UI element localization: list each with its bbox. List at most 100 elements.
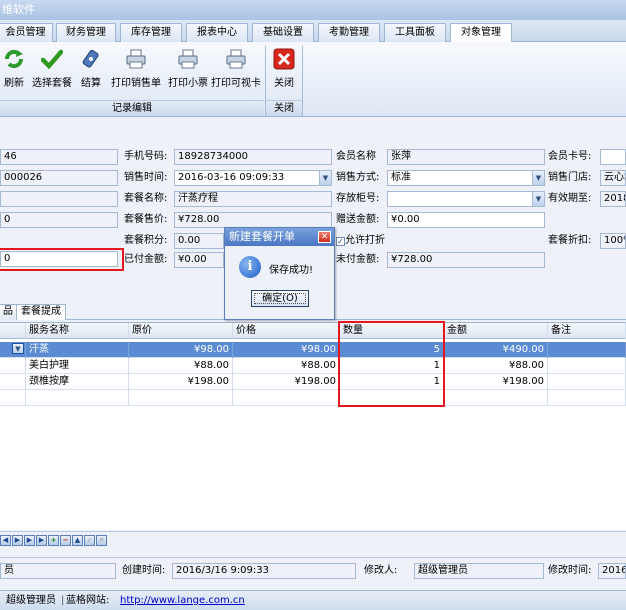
highlight-frame-quantity xyxy=(338,321,445,407)
settle-button[interactable]: 结算 xyxy=(78,48,104,89)
member-name-field[interactable]: 张萍 xyxy=(387,149,545,165)
cell-service-name[interactable]: 颈椎按摩 xyxy=(26,374,129,390)
cell-original-price[interactable]: ¥98.00 xyxy=(129,342,233,358)
website-link[interactable]: http://www.lange.com.cn xyxy=(120,591,245,610)
printer-icon xyxy=(226,49,246,69)
refresh-button[interactable]: 刷新 xyxy=(2,48,26,89)
sale-store-field[interactable]: 云心坊 xyxy=(600,170,626,186)
sale-time-picker[interactable]: 2016-03-16 09:09:33 ▼ xyxy=(174,170,332,186)
status-site-label: 蓝格网站: xyxy=(66,595,110,606)
grid-header-service-name[interactable]: 服务名称 xyxy=(26,323,129,339)
tab-inventory[interactable]: 库存管理 xyxy=(120,23,182,42)
chevron-down-icon[interactable]: ▼ xyxy=(532,171,544,185)
print-receipt-button[interactable]: 打印小票 xyxy=(166,48,210,89)
modified-time-field[interactable]: 2016 xyxy=(598,563,626,579)
chevron-down-icon[interactable]: ▼ xyxy=(319,171,331,185)
cell-empty[interactable] xyxy=(26,390,129,406)
cell-amount[interactable]: ¥490.00 xyxy=(444,342,548,358)
nav-add-icon[interactable]: + xyxy=(48,535,59,546)
print-visual-card-button[interactable]: 打印可视卡 xyxy=(211,48,261,89)
close-button[interactable]: 关闭 xyxy=(270,48,298,89)
sale-method-select[interactable]: 标准 ▼ xyxy=(387,170,545,186)
table-row[interactable]: 颈椎按摩 ¥198.00 ¥198.00 1 ¥198.00 xyxy=(0,374,626,390)
created-time-label: 创建时间: xyxy=(122,565,166,576)
paid-amount-field[interactable]: ¥0.00 xyxy=(174,252,224,268)
select-package-button[interactable]: 选择套餐 xyxy=(30,48,74,89)
package-name-field[interactable]: 汗蒸疗程 xyxy=(174,191,332,207)
grid-header-price[interactable]: 价格 xyxy=(233,323,340,339)
sale-method-label: 销售方式: xyxy=(336,172,380,183)
gift-amount-field[interactable]: ¥0.00 xyxy=(387,212,545,228)
order-id-field[interactable]: 46 xyxy=(0,149,118,165)
nav-cancel-icon[interactable]: ✕ xyxy=(96,535,107,546)
nav-edit-icon[interactable]: ▲ xyxy=(72,535,83,546)
paid-amount-label: 已付金额: xyxy=(124,254,168,265)
checkmark-icon xyxy=(41,49,63,70)
cell-empty[interactable] xyxy=(548,390,626,406)
nav-next-page-icon[interactable]: ▶ xyxy=(24,535,35,546)
member-card-field[interactable] xyxy=(600,149,626,165)
order-number-field[interactable]: 000026 xyxy=(0,170,118,186)
tab-finance[interactable]: 财务管理 xyxy=(56,23,116,42)
nav-prev-icon[interactable]: ◀ xyxy=(0,535,11,546)
phone-label: 手机号码: xyxy=(124,151,168,162)
cell-price[interactable]: ¥198.00 xyxy=(233,374,340,390)
cell-service-name[interactable]: 汗蒸 xyxy=(26,342,129,358)
nav-last-icon[interactable]: ▶ xyxy=(36,535,47,546)
main-tab-bar: 会员管理 财务管理 库存管理 报表中心 基础设置 考勤管理 工具面板 对象管理 xyxy=(0,20,626,43)
cell-note[interactable] xyxy=(548,342,626,358)
tab-attendance[interactable]: 考勤管理 xyxy=(318,23,380,42)
cell-original-price[interactable]: ¥88.00 xyxy=(129,358,233,374)
table-row[interactable]: 美白护理 ¥88.00 ¥88.00 1 ¥88.00 xyxy=(0,358,626,374)
tab-member[interactable]: 会员管理 xyxy=(0,23,53,42)
tab-tools[interactable]: 工具面板 xyxy=(384,23,446,42)
cell-price[interactable]: ¥88.00 xyxy=(233,358,340,374)
tab-reports[interactable]: 报表中心 xyxy=(186,23,248,42)
valid-until-field[interactable]: 2018 xyxy=(600,191,626,207)
dialog-ok-button[interactable]: 确定(O) xyxy=(251,290,309,307)
nav-delete-icon[interactable]: − xyxy=(60,535,71,546)
ribbon-group-label-close: 关闭 xyxy=(266,100,302,116)
grid-header-amount[interactable]: 金额 xyxy=(444,323,548,339)
allow-discount-checkbox[interactable]: ✓允许打折 xyxy=(336,233,385,249)
created-time-field[interactable]: 2016/3/16 9:09:33 xyxy=(172,563,356,579)
left-field-4[interactable]: 0 xyxy=(0,212,118,228)
print-sales-slip-button[interactable]: 打印销售单 xyxy=(110,48,162,89)
cell-original-price[interactable]: ¥198.00 xyxy=(129,374,233,390)
cell-empty[interactable] xyxy=(129,390,233,406)
window-title-bar: 维软件 xyxy=(0,0,626,20)
package-points-field[interactable]: 0.00 xyxy=(174,233,224,249)
tab-objects[interactable]: 对象管理 xyxy=(450,23,512,43)
grid-navigator: ◀ ▶ ▶ ▶ + − ▲ ✓ ✕ xyxy=(0,531,626,549)
grid-header-original-price[interactable]: 原价 xyxy=(129,323,233,339)
package-price-field[interactable]: ¥728.00 xyxy=(174,212,332,228)
chevron-down-icon[interactable]: ▼ xyxy=(532,192,544,206)
cell-service-name[interactable]: 美白护理 xyxy=(26,358,129,374)
modifier-field[interactable]: 超级管理员 xyxy=(414,563,544,579)
cell-note[interactable] xyxy=(548,374,626,390)
table-row[interactable]: ▼ 汗蒸 ¥98.00 ¥98.00 5 ¥490.00 xyxy=(0,342,626,358)
grid-header-note[interactable]: 备注 xyxy=(548,323,626,339)
creator-field[interactable]: 员 xyxy=(0,563,116,579)
cell-note[interactable] xyxy=(548,358,626,374)
status-bar: 超级管理员 | 蓝格网站: http://www.lange.com.cn xyxy=(0,590,626,610)
phone-field[interactable]: 18928734000 xyxy=(174,149,332,165)
row-dropdown-cell[interactable]: ▼ xyxy=(0,342,26,358)
dialog-close-icon[interactable]: ✕ xyxy=(318,231,331,243)
cell-empty[interactable] xyxy=(233,390,340,406)
cell-amount[interactable]: ¥88.00 xyxy=(444,358,548,374)
cell-amount[interactable]: ¥198.00 xyxy=(444,374,548,390)
cabinet-select[interactable]: ▼ xyxy=(387,191,545,207)
nav-next-icon[interactable]: ▶ xyxy=(12,535,23,546)
cell-price[interactable]: ¥98.00 xyxy=(233,342,340,358)
cell-empty[interactable] xyxy=(444,390,548,406)
table-row-empty[interactable] xyxy=(0,390,626,406)
package-discount-field[interactable]: 100% xyxy=(600,233,626,249)
chevron-down-icon[interactable]: ▼ xyxy=(12,343,24,354)
tab-package-commission[interactable]: 套餐提成 xyxy=(16,304,66,320)
left-field-3[interactable] xyxy=(0,191,118,207)
tab-settings[interactable]: 基础设置 xyxy=(252,23,314,42)
nav-post-icon[interactable]: ✓ xyxy=(84,535,95,546)
checkbox-checked-icon[interactable]: ✓ xyxy=(336,237,345,246)
unpaid-amount-field[interactable]: ¥728.00 xyxy=(387,252,545,268)
